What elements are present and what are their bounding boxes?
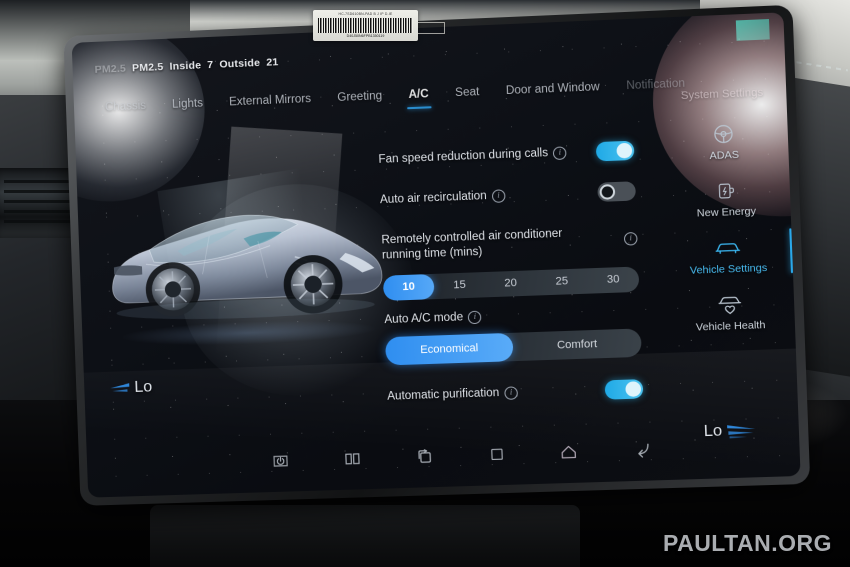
toggle-knob: [616, 142, 633, 159]
duration-option-10[interactable]: 10: [382, 273, 435, 301]
sidebar-label-adas: ADAS: [709, 148, 740, 163]
driver-temperature-control[interactable]: Lo: [108, 378, 153, 397]
info-icon[interactable]: i: [491, 188, 506, 203]
infotainment-display[interactable]: PM2.5 PM2.5 Inside 7 Outside 21 Chassis …: [63, 4, 811, 506]
duration-option-20[interactable]: 20: [485, 270, 537, 297]
sidebar-item-vehicle-health[interactable]: Vehicle Health: [672, 292, 789, 335]
tab-seat[interactable]: Seat: [442, 81, 494, 109]
settings-tab-bar[interactable]: Chassis Lights External Mirrors Greeting…: [92, 76, 685, 124]
tab-door-and-window[interactable]: Door and Window: [492, 76, 613, 107]
power-icon[interactable]: [270, 451, 290, 476]
tab-lights[interactable]: Lights: [159, 93, 217, 121]
airflow-visualization: [157, 167, 330, 330]
recirculation-label-wrap: Auto air recirculation i: [380, 188, 506, 208]
purification-toggle[interactable]: [604, 378, 644, 400]
remote-ac-label: Remotely controlled air conditioner runn…: [381, 227, 563, 262]
airflow-arrow-icon: [110, 382, 130, 392]
sidebar-item-adas[interactable]: ADAS: [665, 121, 782, 164]
recirculation-toggle[interactable]: [597, 180, 636, 202]
recents-square-icon[interactable]: [487, 445, 505, 468]
photo-scene: PM2.5 PM2.5 Inside 7 Outside 21 Chassis …: [0, 0, 850, 567]
driver-temp-value: Lo: [134, 378, 153, 397]
setting-row-fan-speed[interactable]: Fan speed reduction during calls i: [378, 133, 635, 177]
auto-ac-mode-label-wrap: Auto A/C mode i: [384, 309, 482, 328]
status-outside-label: Outside: [219, 56, 261, 71]
car-icon: [669, 235, 786, 262]
tab-greeting[interactable]: Greeting: [324, 86, 396, 115]
tab-external-mirrors[interactable]: External Mirrors: [216, 88, 325, 119]
split-screen-icon[interactable]: [342, 449, 362, 474]
toggle-knob: [599, 183, 616, 200]
info-icon[interactable]: i: [504, 385, 518, 400]
settings-sidebar[interactable]: System Settings ADAS New Energy Vehicle …: [664, 86, 794, 353]
mode-option-economical[interactable]: Economical: [385, 332, 514, 366]
sidebar-item-vehicle-settings[interactable]: Vehicle Settings: [669, 228, 794, 278]
fan-speed-toggle[interactable]: [595, 140, 635, 161]
tab-chassis[interactable]: Chassis: [92, 95, 160, 124]
status-bar: PM2.5 PM2.5 Inside 7 Outside 21: [94, 56, 278, 76]
status-outside-value: 21: [266, 56, 279, 69]
car-heart-icon: [672, 292, 789, 318]
teal-corner-marker: [735, 19, 770, 41]
info-icon[interactable]: i: [552, 145, 567, 160]
sidebar-label-vehicle-settings: Vehicle Settings: [689, 261, 768, 277]
purification-label: Automatic purification: [387, 386, 500, 403]
tab-ac[interactable]: A/C: [395, 84, 443, 112]
battery-charge-icon: [667, 178, 784, 205]
barcode-sticker: HC-7SD610BN-PAD B J IP D-IE D40J50N6FPB1…: [313, 10, 418, 41]
status-inside-value: 7: [207, 58, 214, 72]
status-prefix: PM2.5: [94, 62, 127, 76]
sticker-top-text: HC-7SD610BN-PAD B J IP D-IE: [338, 12, 393, 16]
duration-option-25[interactable]: 25: [536, 268, 588, 295]
home-icon[interactable]: [558, 442, 578, 467]
toggle-knob: [625, 380, 642, 397]
barcode-bars: [318, 18, 413, 33]
mode-option-comfort[interactable]: Comfort: [512, 328, 641, 361]
watermark: PAULTAN.ORG: [662, 530, 832, 556]
duration-option-30[interactable]: 30: [587, 266, 639, 293]
purification-label-wrap: Automatic purification i: [387, 385, 518, 404]
steering-wheel-icon: [665, 121, 782, 148]
sticker-bottom-text: D40J50N6FPB1350119: [346, 34, 385, 38]
back-icon[interactable]: [631, 440, 652, 464]
fan-speed-label-wrap: Fan speed reduction during calls i: [378, 145, 567, 168]
sidebar-label-new-energy: New Energy: [696, 205, 757, 220]
sticker-tail: [418, 22, 445, 34]
vehicle-3d-render: [95, 167, 394, 382]
recirculation-label: Auto air recirculation: [379, 189, 487, 206]
sidebar-label-vehicle-health: Vehicle Health: [695, 318, 766, 334]
app-switch-icon[interactable]: [414, 446, 435, 472]
center-console: [150, 505, 580, 567]
info-icon[interactable]: i: [623, 231, 638, 246]
status-pm-label: PM2.5: [131, 60, 164, 75]
screen-surface[interactable]: PM2.5 PM2.5 Inside 7 Outside 21 Chassis …: [71, 12, 801, 498]
sidebar-item-new-energy[interactable]: New Energy: [667, 178, 784, 221]
info-icon[interactable]: i: [468, 310, 482, 324]
ac-settings-panel[interactable]: Fan speed reduction during calls i Auto a…: [378, 133, 644, 414]
status-inside-label: Inside: [169, 59, 202, 73]
fan-speed-label: Fan speed reduction during calls: [378, 146, 549, 166]
auto-ac-mode-label: Auto A/C mode: [384, 310, 464, 326]
setting-row-purification[interactable]: Automatic purification i: [387, 371, 644, 414]
duration-option-15[interactable]: 15: [434, 272, 486, 299]
